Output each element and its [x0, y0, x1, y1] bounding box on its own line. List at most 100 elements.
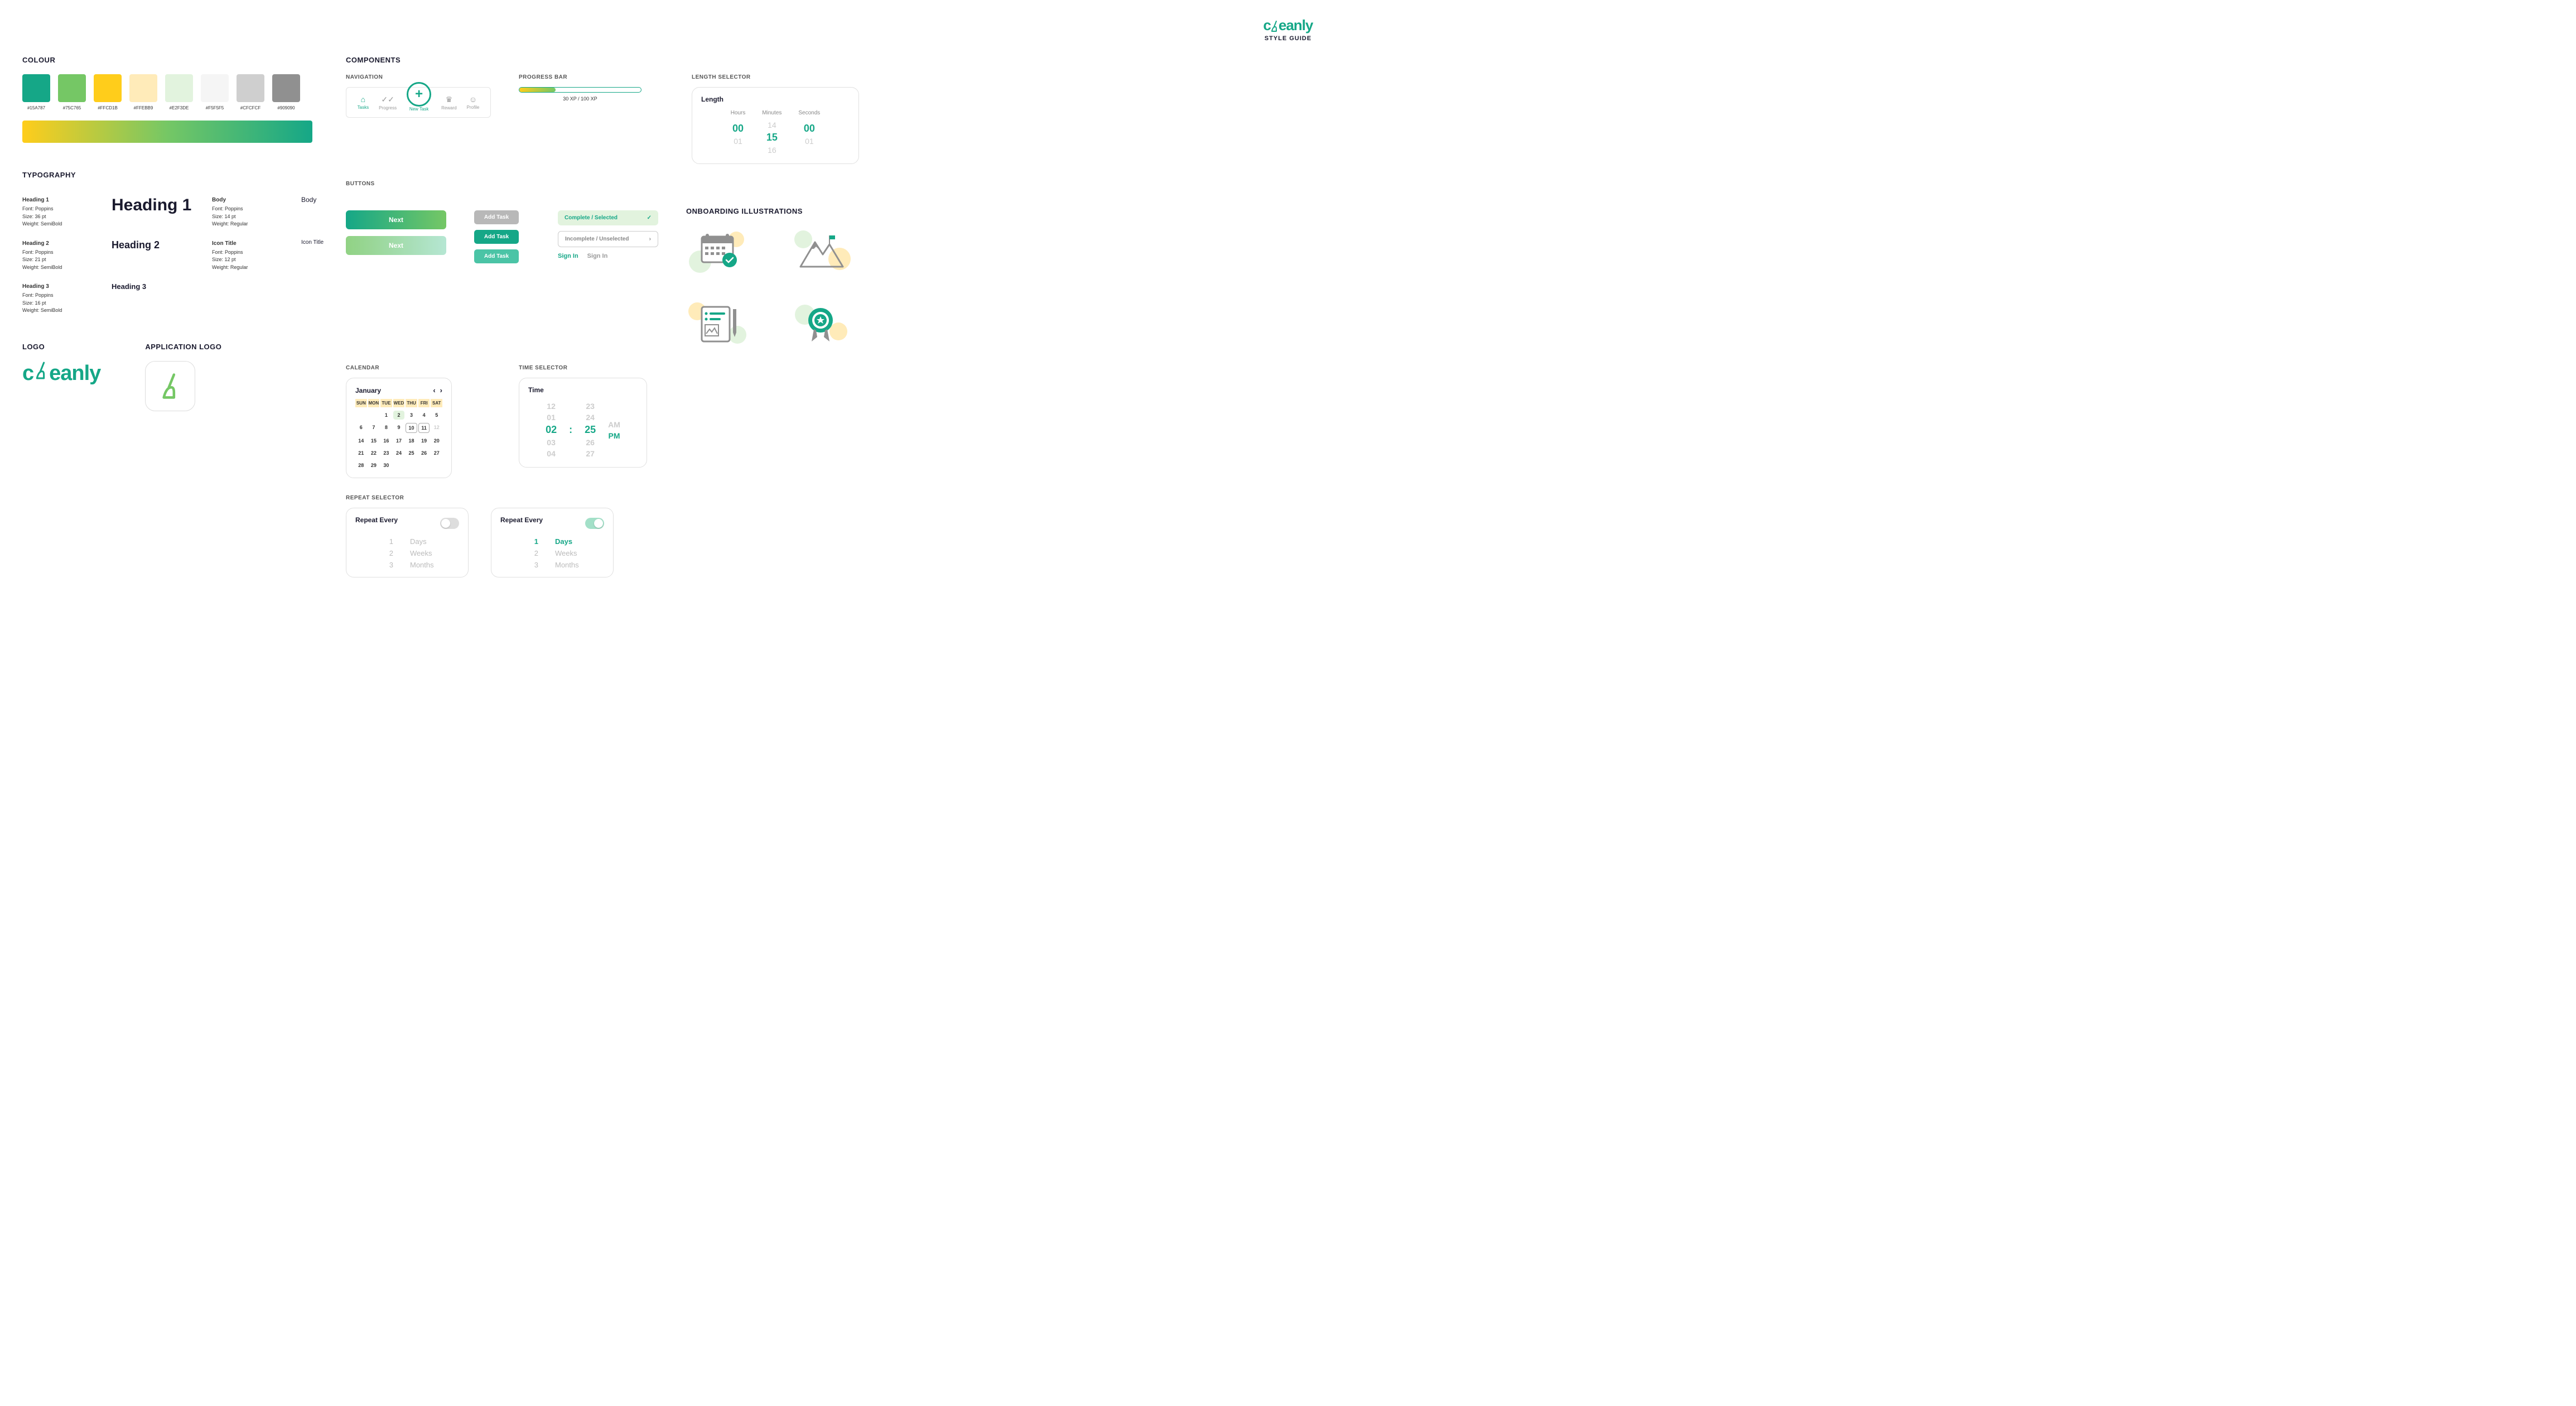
cal-day[interactable] [406, 461, 417, 470]
chip-selected[interactable]: Complete / Selected✓ [558, 210, 658, 225]
repeat-card-off: Repeat Every 1Days 2Weeks 3Months [346, 508, 469, 577]
cal-day[interactable]: 15 [368, 436, 380, 445]
cal-day[interactable]: 12 [431, 423, 442, 433]
cal-day[interactable]: 11 [418, 423, 430, 433]
cal-day[interactable]: 14 [355, 436, 367, 445]
typography-heading: TYPOGRAPHY [22, 171, 312, 179]
person-icon: ☺ [467, 95, 480, 104]
gradient-bar [22, 121, 312, 143]
cal-day[interactable]: 29 [368, 461, 380, 470]
cal-next-icon[interactable]: › [440, 386, 442, 394]
app-icon [145, 361, 195, 411]
cal-day[interactable] [393, 461, 405, 470]
cal-day[interactable]: 7 [368, 423, 380, 433]
calendar-month: January [355, 387, 381, 394]
cal-dow: THU [406, 399, 417, 407]
add-task-disabled[interactable]: Add Task [474, 210, 519, 224]
chevron-right-icon: › [649, 236, 651, 242]
app-logo-heading: APPLICATION LOGO [145, 343, 221, 351]
time-wheel[interactable]: 12 01 02 03 04 : 23 24 25 26 27 [528, 401, 638, 459]
cal-day[interactable]: 3 [406, 411, 417, 420]
sign-in-link[interactable]: Sign In [558, 253, 578, 259]
cal-prev-icon[interactable]: ‹ [433, 386, 435, 394]
trophy-icon: ♛ [441, 95, 457, 104]
type-meta: Heading 3Font: PoppinsSize: 16 ptWeight:… [22, 282, 95, 315]
chip-unselected[interactable]: Incomplete / Unselected› [558, 231, 658, 247]
cal-day[interactable]: 5 [431, 411, 442, 420]
nav-new-task[interactable]: +New Task [407, 93, 431, 112]
calendar-heading: CALENDAR [346, 365, 491, 371]
right-column: COMPONENTS NAVIGATION ⌂Tasks ✓✓Progress … [346, 56, 2554, 577]
colour-swatch: #CFCFCF [237, 74, 264, 110]
cal-dow: SUN [355, 399, 367, 407]
cal-day[interactable]: 21 [355, 449, 367, 458]
type-sample: Heading 1 [112, 196, 195, 215]
colour-swatch: #FFCD1B [94, 74, 122, 110]
cal-day[interactable]: 18 [406, 436, 417, 445]
nav-progress[interactable]: ✓✓Progress [379, 95, 397, 110]
cal-day[interactable]: 25 [406, 449, 417, 458]
cal-day[interactable]: 2 [393, 411, 405, 420]
cal-day[interactable]: 30 [380, 461, 392, 470]
calendar-card: January ‹› SUNMONTUEWEDTHUFRISAT12345678… [346, 378, 452, 478]
cal-day[interactable]: 23 [380, 449, 392, 458]
next-button-secondary[interactable]: Next [346, 236, 446, 255]
nav-reward[interactable]: ♛Reward [441, 95, 457, 110]
progress-bar [519, 87, 641, 93]
colour-swatch: #75C765 [58, 74, 86, 110]
cal-day[interactable] [368, 411, 380, 420]
cal-day[interactable]: 9 [393, 423, 405, 433]
cal-day[interactable]: 19 [418, 436, 430, 445]
full-logo: ceanly [22, 361, 100, 386]
next-button-primary[interactable]: Next [346, 210, 446, 229]
cal-day[interactable]: 4 [418, 411, 430, 420]
time-card: Time 12 01 02 03 04 : 23 24 25 26 [519, 378, 647, 468]
cal-day[interactable]: 20 [431, 436, 442, 445]
cal-day[interactable]: 8 [380, 423, 392, 433]
cal-day[interactable]: 16 [380, 436, 392, 445]
cal-day[interactable]: 6 [355, 423, 367, 433]
length-card: Length Hours 00 01 Minutes 14 15 16 Seco… [692, 87, 859, 164]
broom-icon [157, 372, 183, 400]
type-sample: Heading 3 [112, 282, 195, 291]
cal-day[interactable]: 22 [368, 449, 380, 458]
type-meta: Heading 2Font: PoppinsSize: 21 ptWeight:… [22, 239, 95, 272]
colour-swatch: #E2F3DE [165, 74, 193, 110]
swatch-row: #15A787#75C765#FFCD1B#FFEBB9#E2F3DE#F5F5… [22, 74, 312, 110]
sign-in-link-disabled[interactable]: Sign In [587, 253, 608, 259]
cal-day[interactable]: 10 [406, 423, 417, 433]
progress-label: 30 XP / 100 XP [519, 96, 641, 102]
brand-logo: ceanly [22, 17, 2554, 34]
cal-day[interactable]: 24 [393, 449, 405, 458]
cal-day[interactable]: 27 [431, 449, 442, 458]
notes-illustration [686, 298, 747, 348]
cal-day[interactable]: 28 [355, 461, 367, 470]
length-heading: LENGTH SELECTOR [692, 74, 859, 80]
check-icon: ✓✓ [379, 95, 397, 104]
colour-swatch: #F5F5F5 [201, 74, 229, 110]
add-task-light[interactable]: Add Task [474, 249, 519, 263]
illustrations [686, 225, 859, 348]
cal-day[interactable] [418, 461, 430, 470]
cal-day[interactable]: 26 [418, 449, 430, 458]
colour-heading: COLOUR [22, 56, 312, 64]
onboarding-heading: ONBOARDING ILLUSTRATIONS [686, 207, 859, 215]
cal-day[interactable] [355, 411, 367, 420]
logo-heading: LOGO [22, 343, 100, 351]
repeat-toggle-on[interactable] [585, 518, 604, 529]
length-wheel[interactable]: Hours 00 01 Minutes 14 15 16 Seconds 00 … [701, 110, 850, 156]
cal-day[interactable] [431, 461, 442, 470]
length-title: Length [701, 95, 850, 103]
nav-profile[interactable]: ☺Profile [467, 95, 480, 110]
time-heading: TIME SELECTOR [519, 365, 664, 371]
colour-swatch: #15A787 [22, 74, 50, 110]
repeat-toggle-off[interactable] [440, 518, 459, 529]
plus-icon: + [407, 82, 431, 107]
page-subtitle: STYLE GUIDE [22, 35, 2554, 42]
badge-illustration [789, 298, 851, 348]
add-task-button[interactable]: Add Task [474, 230, 519, 244]
cal-day[interactable]: 1 [380, 411, 392, 420]
time-title: Time [528, 386, 638, 394]
nav-tasks[interactable]: ⌂Tasks [358, 95, 369, 110]
cal-day[interactable]: 17 [393, 436, 405, 445]
